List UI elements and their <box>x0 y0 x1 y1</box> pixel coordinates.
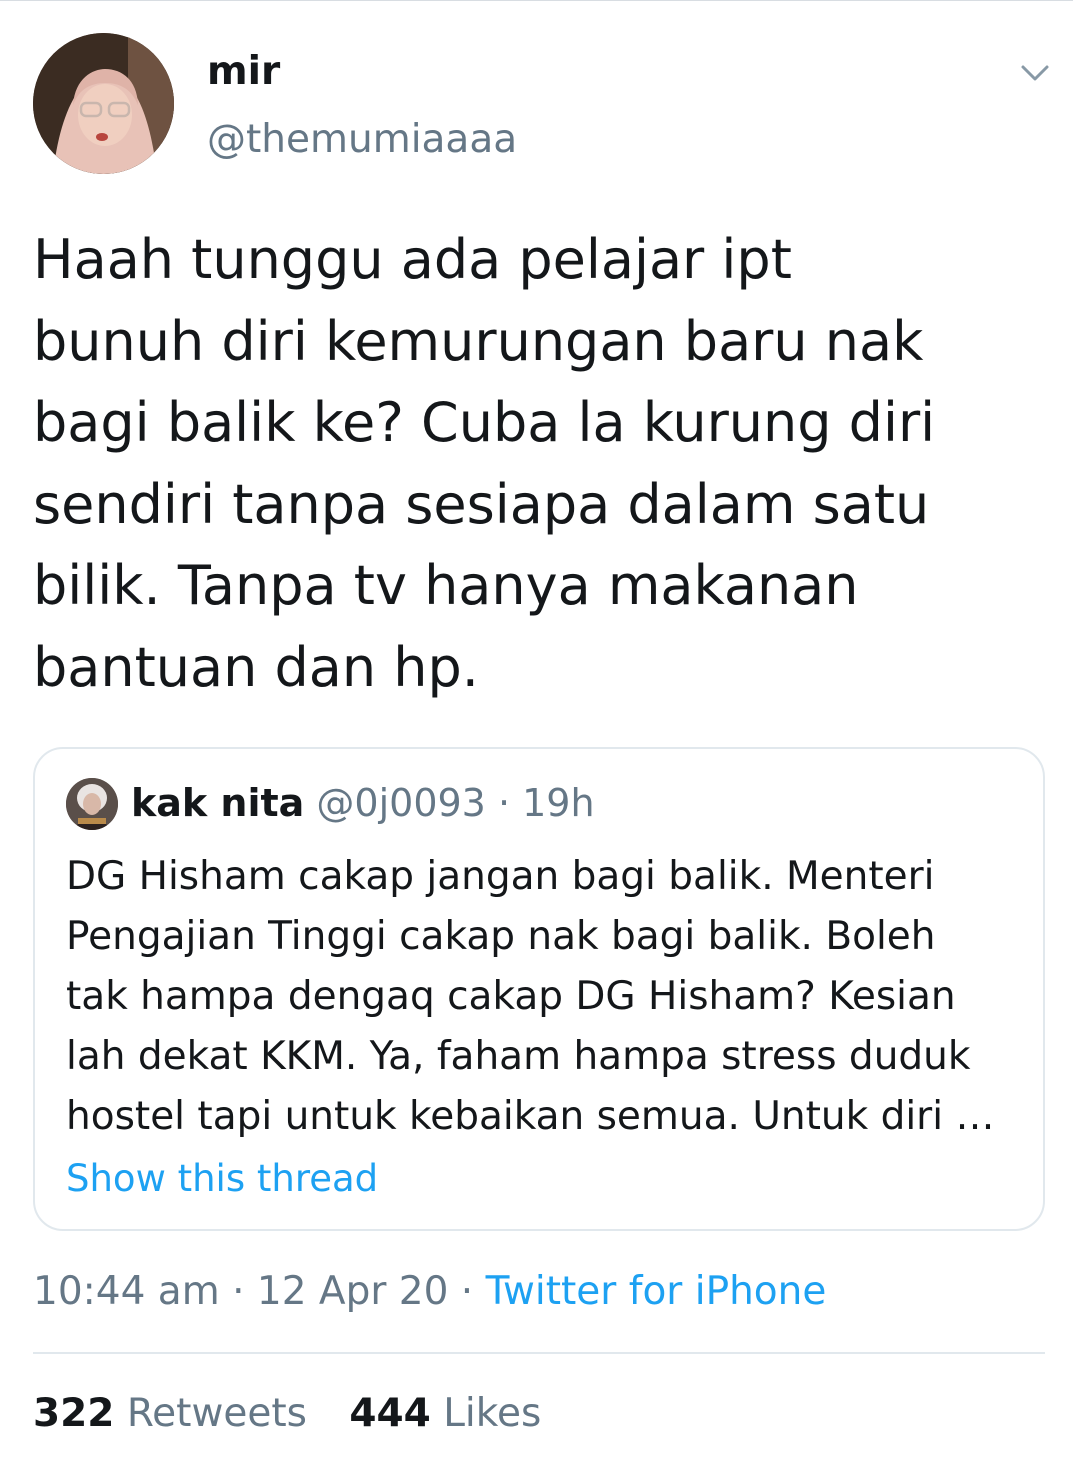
likes-count: 444 <box>349 1391 431 1436</box>
stats-divider <box>33 1352 1045 1354</box>
chevron-down-icon[interactable] <box>1018 56 1052 90</box>
tweet-source-link[interactable]: Twitter for iPhone <box>486 1269 827 1314</box>
tweet-stats: 322 Retweets 444 Likes <box>33 1385 571 1443</box>
user-handle[interactable]: @themumiaaaa <box>207 114 517 166</box>
quoted-user-avatar[interactable] <box>66 778 118 830</box>
meta-separator: · <box>448 1269 486 1314</box>
quoted-timestamp[interactable]: 19h <box>522 781 594 825</box>
quoted-text-line: tak hampa dengaq cakap DG Hisham? Kesian <box>66 974 956 1019</box>
retweets-label: Retweets <box>126 1391 307 1436</box>
likes-label: Likes <box>443 1391 542 1436</box>
quoted-text-line: Pengajian Tinggi cakap nak bagi balik. B… <box>66 914 936 959</box>
tweet-text-line: bantuan dan hp. <box>33 635 479 699</box>
tweet-time[interactable]: 10:44 am <box>33 1269 220 1314</box>
avatar-image <box>33 33 174 174</box>
quoted-user-handle[interactable]: @0j0093 <box>316 781 485 825</box>
tweet-text-line: bunuh diri kemurungan baru nak <box>33 309 924 373</box>
retweets-count: 322 <box>33 1391 115 1436</box>
quoted-tweet-header: kak nita @0j0093 · 19h <box>131 777 595 829</box>
user-display-name[interactable]: mir <box>207 46 280 98</box>
quoted-tweet-card[interactable]: kak nita @0j0093 · 19h DG Hisham cakap j… <box>33 747 1045 1231</box>
retweets-stat[interactable]: 322 Retweets <box>33 1391 307 1436</box>
tweet-date[interactable]: 12 Apr 20 <box>257 1269 449 1314</box>
quoted-text-line: hostel tapi untuk kebaikan semua. Untuk … <box>66 1094 995 1139</box>
tweet-text-line: bilik. Tanpa tv hanya makanan <box>33 554 859 617</box>
tweet-text-line: Haah tunggu ada pelajar ipt <box>33 228 792 291</box>
show-thread-link[interactable]: Show this thread <box>66 1151 378 1207</box>
user-avatar[interactable] <box>33 33 174 174</box>
top-divider <box>0 0 1073 1</box>
tweet-meta: 10:44 am · 12 Apr 20 · Twitter for iPhon… <box>33 1263 826 1321</box>
quoted-text-line: DG Hisham cakap jangan bagi balik. Mente… <box>66 854 935 899</box>
quoted-text-line: lah dekat KKM. Ya, faham hampa stress du… <box>66 1034 971 1079</box>
quoted-separator: · <box>485 781 523 825</box>
quoted-tweet-text: DG Hisham cakap jangan bagi balik. Mente… <box>66 847 1026 1147</box>
tweet-text-line: bagi balik ke? Cuba la kurung diri <box>33 391 936 454</box>
tweet-text: Haah tunggu ada pelajar ipt bunuh diri k… <box>33 219 1043 708</box>
tweet-text-line: sendiri tanpa sesiapa dalam satu <box>33 472 930 536</box>
likes-stat[interactable]: 444 Likes <box>349 1391 541 1436</box>
quoted-user-name[interactable]: kak nita <box>131 781 304 825</box>
meta-separator: · <box>219 1269 257 1314</box>
quoted-avatar-image <box>66 778 118 830</box>
